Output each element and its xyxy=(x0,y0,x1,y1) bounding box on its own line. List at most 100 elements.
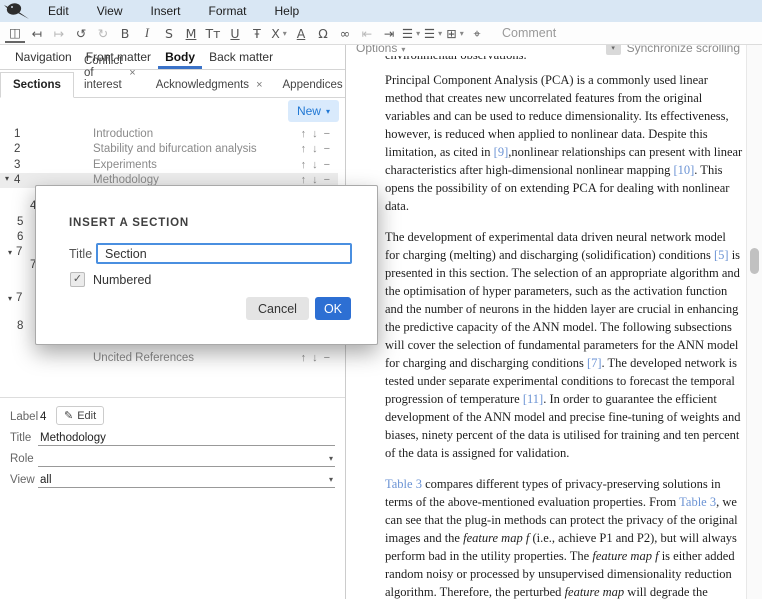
section-group-tabs: SectionsConflict of interest×Acknowledgm… xyxy=(0,70,345,98)
section-row-partial[interactable]: 6 xyxy=(17,231,23,243)
undo-icon[interactable]: ↺ xyxy=(71,24,91,43)
app-logo-bird-icon[interactable] xyxy=(4,1,34,21)
chevron-down-icon: ▾ xyxy=(329,454,333,463)
menu-item-insert[interactable]: Insert xyxy=(136,4,194,18)
italic-icon[interactable]: I xyxy=(137,24,157,43)
chevron-down-icon[interactable]: ▾ xyxy=(5,174,9,183)
section-row[interactable]: 2Stability and bifurcation analysis↑↓− xyxy=(0,142,338,157)
view-row: View all ▾ xyxy=(0,469,345,490)
chevron-down-icon[interactable]: ▾ xyxy=(438,24,442,43)
comment-button[interactable]: Comment xyxy=(502,26,556,40)
bullet-list-icon[interactable]: ☰▾ xyxy=(401,24,421,43)
synchronize-scrolling-control[interactable]: ▾ Synchronize scrolling xyxy=(606,45,740,55)
cancel-button[interactable]: Cancel xyxy=(246,297,309,320)
link-icon[interactable]: ∞ xyxy=(335,24,355,43)
numbered-checkbox[interactable]: ✓ xyxy=(70,272,85,287)
move-up-icon[interactable]: ↑ xyxy=(301,128,307,140)
role-select[interactable]: ▾ xyxy=(38,448,335,467)
jump-end-icon[interactable]: ↦ xyxy=(49,24,69,43)
small-caps-icon[interactable]: Tᴛ xyxy=(203,24,223,43)
remove-icon[interactable]: − xyxy=(324,128,330,140)
chevron-down-icon[interactable]: ▾ xyxy=(8,294,12,303)
ordered-list-icon[interactable]: ☰▾ xyxy=(423,24,443,43)
section-row-partial[interactable]: ▾7 xyxy=(8,292,22,304)
new-button-label: New xyxy=(297,104,321,118)
move-down-icon[interactable]: ↓ xyxy=(312,159,318,171)
chevron-down-icon[interactable]: ▾ xyxy=(460,24,464,43)
section-row[interactable]: 1Introduction↑↓− xyxy=(0,127,338,142)
special-character-icon[interactable]: Ω xyxy=(313,24,333,43)
move-down-icon[interactable]: ↓ xyxy=(312,128,318,140)
role-row: Role ▾ xyxy=(0,448,345,469)
sync-scrolling-label: Synchronize scrolling xyxy=(627,45,740,55)
text-color-icon[interactable]: A xyxy=(291,24,311,43)
title-row: Title Methodology xyxy=(0,427,345,448)
dialog-heading: INSERT A SECTION xyxy=(69,217,189,229)
indent-icon[interactable]: ⇥ xyxy=(379,24,399,43)
tab-back-matter[interactable]: Back matter xyxy=(202,45,280,69)
outdent-icon[interactable]: ⇤ xyxy=(357,24,377,43)
chevron-down-icon[interactable]: ▾ xyxy=(283,24,287,43)
move-down-icon[interactable]: ↓ xyxy=(312,352,318,364)
move-up-icon[interactable]: ↑ xyxy=(301,159,307,171)
section-row-partial[interactable]: 5 xyxy=(17,216,23,228)
tab-sections[interactable]: Sections xyxy=(0,72,74,98)
chevron-down-icon: ▾ xyxy=(326,107,330,116)
sub-superscript-icon[interactable]: X▾ xyxy=(269,24,289,43)
mark-icon[interactable]: M xyxy=(181,24,201,43)
chevron-down-icon[interactable]: ▾ xyxy=(416,24,420,43)
ok-button[interactable]: OK xyxy=(315,297,351,320)
citation-link[interactable]: [11] xyxy=(523,392,543,406)
move-up-icon[interactable]: ↑ xyxy=(301,352,307,364)
close-icon[interactable]: × xyxy=(129,67,135,79)
tab-label: Conflict of interest xyxy=(84,55,122,91)
uncited-references-row[interactable]: Uncited References ↑ ↓ − xyxy=(0,352,338,367)
citation-link[interactable]: [9] xyxy=(494,145,509,159)
move-up-icon[interactable]: ↑ xyxy=(301,143,307,155)
options-dropdown[interactable]: Options▾ xyxy=(356,45,405,55)
tab-navigation[interactable]: Navigation xyxy=(8,45,79,69)
section-title-input[interactable] xyxy=(96,243,352,264)
page-view-icon[interactable]: ◫ xyxy=(5,24,25,43)
tab-body[interactable]: Body xyxy=(158,45,202,69)
close-icon[interactable]: × xyxy=(256,79,262,91)
tab-acknowledgments[interactable]: Acknowledgments× xyxy=(146,73,273,97)
citation-link[interactable]: [7] xyxy=(587,356,602,370)
redo-icon[interactable]: ↻ xyxy=(93,24,113,43)
view-select[interactable]: all ▾ xyxy=(38,469,335,488)
underline-icon[interactable]: U xyxy=(225,24,245,43)
section-row-partial[interactable]: 8 xyxy=(17,320,23,332)
title-field[interactable]: Methodology xyxy=(38,427,335,446)
citation-link[interactable]: [10] xyxy=(673,163,694,177)
strikethrough-icon[interactable]: S xyxy=(159,24,179,43)
scrollbar-thumb[interactable] xyxy=(750,248,759,274)
section-row-partial[interactable]: ▾7 xyxy=(8,246,22,258)
chevron-down-icon[interactable]: ▾ xyxy=(8,248,12,257)
citation-link[interactable]: [5] xyxy=(714,248,729,262)
sync-dropdown-icon[interactable]: ▾ xyxy=(606,45,621,55)
menu-item-help[interactable]: Help xyxy=(261,4,314,18)
remove-icon[interactable]: − xyxy=(324,352,330,364)
section-row[interactable]: 3Experiments↑↓− xyxy=(0,158,338,173)
bold-icon[interactable]: B xyxy=(115,24,135,43)
tab-conflict-of-interest[interactable]: Conflict of interest × xyxy=(74,49,146,97)
remove-icon[interactable]: − xyxy=(324,143,330,155)
citation-link[interactable]: Table 3 xyxy=(385,477,422,491)
jump-start-icon[interactable]: ↤ xyxy=(27,24,47,43)
edit-label-button[interactable]: ✎ Edit xyxy=(56,406,104,425)
document-scrollbar[interactable] xyxy=(746,45,762,599)
table-icon[interactable]: ⊞▾ xyxy=(445,24,465,43)
menu-item-view[interactable]: View xyxy=(83,4,137,18)
new-section-button[interactable]: New ▾ xyxy=(288,100,339,122)
menu-item-format[interactable]: Format xyxy=(195,4,261,18)
move-down-icon[interactable]: ↓ xyxy=(312,143,318,155)
full-width-icon[interactable]: ⌖ xyxy=(467,24,487,43)
clear-format-icon[interactable]: Ŧ xyxy=(247,24,267,43)
section-number: 8 xyxy=(17,320,23,332)
role-key: Role xyxy=(10,453,34,465)
citation-link[interactable]: Table 3 xyxy=(679,495,716,509)
document-body[interactable]: environmental observations. Principal Co… xyxy=(346,56,746,599)
tab-label: Sections xyxy=(13,79,61,91)
menu-item-edit[interactable]: Edit xyxy=(34,4,83,18)
remove-icon[interactable]: − xyxy=(324,159,330,171)
